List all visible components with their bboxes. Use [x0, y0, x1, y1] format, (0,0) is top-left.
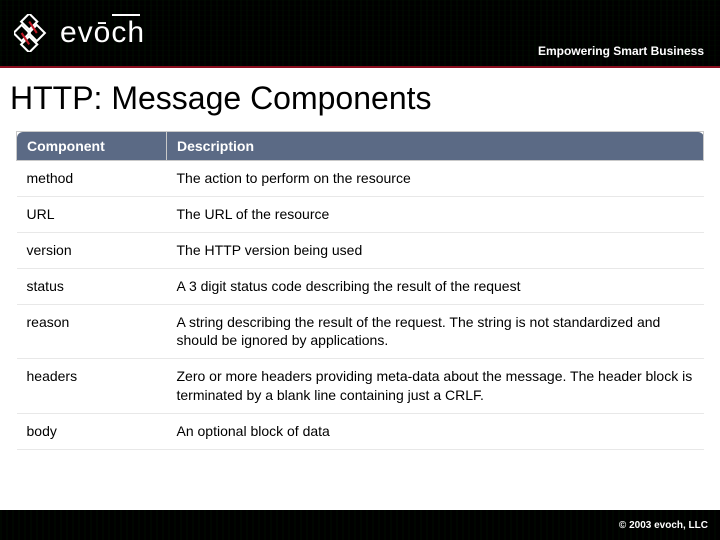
cell-description: The action to perform on the resource: [167, 161, 704, 197]
cell-component: reason: [17, 304, 167, 359]
brand-logo: evōch: [0, 14, 145, 52]
cell-component: headers: [17, 359, 167, 414]
cell-description: Zero or more headers providing meta-data…: [167, 359, 704, 414]
cell-description: An optional block of data: [167, 414, 704, 450]
brand-tagline: Empowering Smart Business: [538, 44, 704, 58]
slide-header: evōch Empowering Smart Business: [0, 0, 720, 68]
table-row: method The action to perform on the reso…: [17, 161, 704, 197]
col-header-description: Description: [167, 132, 704, 161]
table-header-row: Component Description: [17, 132, 704, 161]
cell-component: method: [17, 161, 167, 197]
table-row: status A 3 digit status code describing …: [17, 268, 704, 304]
table-row: reason A string describing the result of…: [17, 304, 704, 359]
cell-description: A string describing the result of the re…: [167, 304, 704, 359]
slide-title: HTTP: Message Components: [0, 68, 720, 131]
cell-component: version: [17, 232, 167, 268]
footer-background: [0, 510, 720, 540]
cell-component: URL: [17, 196, 167, 232]
cell-description: A 3 digit status code describing the res…: [167, 268, 704, 304]
brand-name: evōch: [60, 16, 145, 50]
cell-component: body: [17, 414, 167, 450]
table-row: body An optional block of data: [17, 414, 704, 450]
components-table: Component Description method The action …: [16, 131, 704, 450]
table-row: URL The URL of the resource: [17, 196, 704, 232]
cell-component: status: [17, 268, 167, 304]
copyright-text: © 2003 evoch, LLC: [619, 520, 708, 531]
cell-description: The URL of the resource: [167, 196, 704, 232]
col-header-component: Component: [17, 132, 167, 161]
cell-description: The HTTP version being used: [167, 232, 704, 268]
table-row: version The HTTP version being used: [17, 232, 704, 268]
logo-icon: [14, 14, 52, 52]
slide-footer: © 2003 evoch, LLC: [0, 510, 720, 540]
table-row: headers Zero or more headers providing m…: [17, 359, 704, 414]
